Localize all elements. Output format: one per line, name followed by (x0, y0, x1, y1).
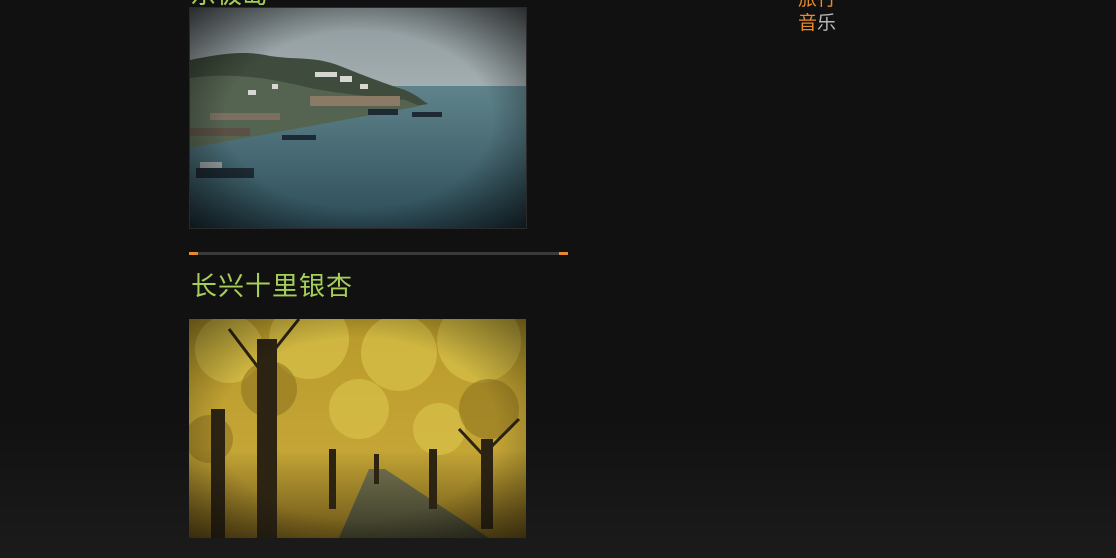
nav-item-music[interactable]: 音乐 (798, 12, 836, 34)
harbor-seascape-image (190, 8, 526, 228)
page: 东极岛 (0, 0, 1116, 558)
nav-music-char-1: 音 (798, 12, 818, 34)
ginkgo-photo[interactable] (189, 319, 526, 538)
ginkgo-avenue-image (189, 319, 526, 538)
harbor-photo[interactable] (189, 7, 527, 229)
section-title: 长兴十里银杏 (191, 272, 354, 302)
nav-item-travel[interactable]: 旅行 (798, 0, 836, 10)
section-divider (189, 252, 568, 255)
nav-music-char-2: 乐 (817, 12, 837, 34)
